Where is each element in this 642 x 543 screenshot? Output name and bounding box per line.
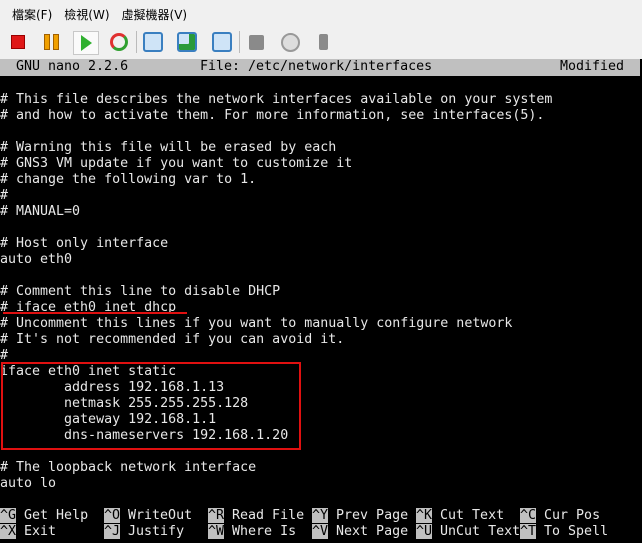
shortcut-key: ^J [104, 524, 121, 539]
menu-view[interactable]: 檢視(W) [64, 6, 109, 23]
file-line: # [0, 188, 9, 203]
file-line: # Host only interface [0, 236, 169, 251]
nano-filename: File: /etc/network/interfaces [200, 59, 433, 74]
shortcut-item: ^T To Spell [520, 524, 608, 540]
shortcut-item: ^G Get Help [0, 508, 88, 524]
toolbar [0, 28, 642, 56]
reset-button[interactable] [107, 31, 131, 53]
file-line: # This file describes the network interf… [0, 92, 553, 107]
toolbar-separator [136, 31, 137, 53]
shortcut-label: UnCut Text [440, 524, 521, 539]
file-line: # and how to activate them. For more inf… [0, 108, 545, 123]
reset-icon [110, 33, 128, 51]
stop-button[interactable] [6, 31, 30, 53]
shortcut-label: Cut Text [440, 508, 505, 523]
shortcut-label: To Spell [544, 524, 609, 539]
shortcut-item: ^J Justify [104, 524, 184, 540]
file-line: # The loopback network interface [0, 460, 257, 475]
cd-icon [280, 32, 300, 52]
pause-icon [43, 34, 59, 50]
shortcut-label: Prev Page [336, 508, 409, 523]
shortcut-key: ^Y [312, 508, 329, 523]
shortcut-label: Cur Pos [544, 508, 601, 523]
shortcut-key: ^T [520, 524, 537, 539]
restore-snapshot-icon [177, 32, 197, 52]
snapshot-manager-icon [212, 32, 232, 52]
file-line: auto eth0 [0, 252, 73, 267]
file-line: # Warning this file will be erased by ea… [0, 140, 337, 155]
shortcut-key: ^W [208, 524, 225, 539]
shortcut-item: ^O WriteOut [104, 508, 192, 524]
shortcut-key: ^R [208, 508, 225, 523]
shortcut-item: ^R Read File [208, 508, 304, 524]
shortcut-label: Justify [128, 524, 185, 539]
play-icon [80, 35, 92, 51]
usb-icon [318, 34, 328, 50]
stop-icon [11, 35, 25, 49]
shortcut-label: Where Is [232, 524, 297, 539]
toolbar-separator [239, 31, 240, 53]
usb-button[interactable] [311, 31, 335, 53]
shortcut-label: WriteOut [128, 508, 193, 523]
dhcp-line-underline [3, 312, 187, 314]
shortcut-item: ^K Cut Text [416, 508, 504, 524]
shortcut-key: ^X [0, 524, 17, 539]
shortcut-key: ^U [416, 524, 433, 539]
file-line: # GNS3 VM update if you want to customiz… [0, 156, 353, 171]
shortcut-key: ^G [0, 508, 17, 523]
shortcut-label: Next Page [336, 524, 409, 539]
take-snapshot-button[interactable] [141, 31, 165, 53]
file-line: # It's not recommended if you can avoid … [0, 332, 345, 347]
shortcut-label: Exit [24, 524, 57, 539]
file-line: # change the following var to 1. [0, 172, 257, 187]
file-line: # MANUAL=0 [0, 204, 81, 219]
nano-modified-status: Modified [560, 59, 625, 74]
pause-button[interactable] [39, 31, 63, 53]
nano-version: GNU nano 2.2.6 [16, 59, 129, 74]
file-line: # Uncomment this lines if you want to ma… [0, 316, 513, 331]
shortcut-item: ^Y Prev Page [312, 508, 408, 524]
static-config-highlight-box [1, 362, 301, 450]
restore-snapshot-button[interactable] [175, 31, 199, 53]
snapshot-icon [143, 32, 163, 52]
shortcut-item: ^C Cur Pos [520, 508, 600, 524]
play-button[interactable] [73, 31, 99, 55]
shortcut-key: ^V [312, 524, 329, 539]
snapshot-manager-button[interactable] [210, 31, 234, 53]
nano-title-bar: GNU nano 2.2.6 File: /etc/network/interf… [0, 59, 640, 76]
nano-terminal[interactable]: GNU nano 2.2.6 File: /etc/network/interf… [0, 59, 642, 543]
cd-button[interactable] [278, 31, 302, 53]
shortcut-item: ^V Next Page [312, 524, 408, 540]
menu-machine[interactable]: 虛擬機器(V) [122, 6, 188, 23]
shortcut-item: ^U UnCut Text [416, 524, 520, 540]
floppy-icon [248, 34, 264, 50]
floppy-button[interactable] [244, 31, 268, 53]
shortcut-label: Read File [232, 508, 305, 523]
file-line: # Comment this line to disable DHCP [0, 284, 281, 299]
shortcut-item: ^W Where Is [208, 524, 296, 540]
shortcut-label: Get Help [24, 508, 89, 523]
shortcut-key: ^O [104, 508, 121, 523]
shortcut-key: ^K [416, 508, 433, 523]
shortcut-key: ^C [520, 508, 537, 523]
menu-bar: 檔案(F) 檢視(W) 虛擬機器(V) [0, 0, 642, 28]
menu-file[interactable]: 檔案(F) [12, 6, 52, 23]
file-line: auto lo [0, 476, 57, 491]
shortcut-item: ^X Exit [0, 524, 56, 540]
